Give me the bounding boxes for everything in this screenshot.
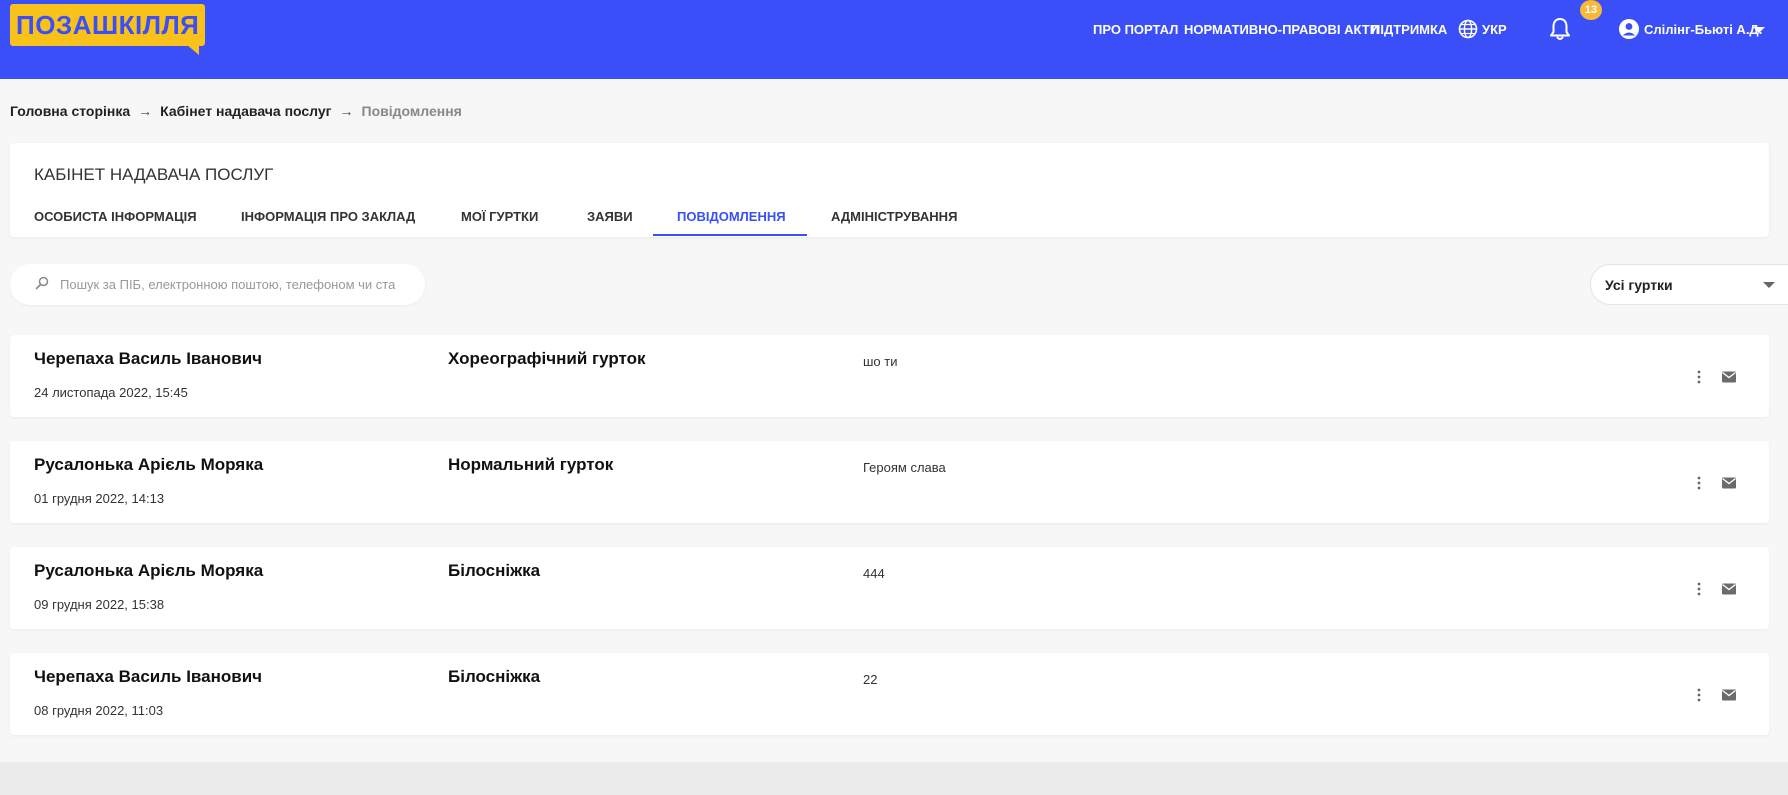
more-vertical-icon[interactable] <box>1692 687 1706 703</box>
more-vertical-icon[interactable] <box>1692 475 1706 491</box>
message-date: 09 грудня 2022, 15:38 <box>34 597 165 612</box>
bell-icon[interactable] <box>1546 15 1574 43</box>
breadcrumb-current: Повідомлення <box>361 103 462 119</box>
tab-messages[interactable]: ПОВІДОМЛЕННЯ <box>677 209 786 224</box>
more-vertical-icon[interactable] <box>1692 581 1706 597</box>
search-input[interactable] <box>60 274 420 294</box>
language-switcher[interactable]: УКР <box>1458 18 1507 40</box>
message-sender: Русалонька Арієль Моряка <box>34 455 264 474</box>
breadcrumb-home[interactable]: Головна сторінка <box>10 103 130 119</box>
search-icon <box>35 276 49 290</box>
tab-personal-info[interactable]: ОСОБИСТА ІНФОРМАЦІЯ <box>34 209 197 224</box>
message-club: Нормальний гурток <box>448 455 614 474</box>
nav-support[interactable]: ПІДТРИМКА <box>1371 0 1447 58</box>
tab-institution-info[interactable]: ІНФОРМАЦІЯ ПРО ЗАКЛАД <box>241 209 415 224</box>
top-header: ПОЗАШКІЛЛЯ ПРО ПОРТАЛ НОРМАТИВНО-ПРАВОВІ… <box>0 0 1788 79</box>
message-text: Героям слава <box>863 460 946 475</box>
user-circle-icon <box>1619 19 1639 39</box>
message-item[interactable]: Черепаха Василь Іванович 08 грудня 2022,… <box>10 653 1769 735</box>
tab-my-clubs[interactable]: МОЇ ГУРТКИ <box>461 209 538 224</box>
message-date: 08 грудня 2022, 11:03 <box>34 703 164 718</box>
tab-applications[interactable]: ЗАЯВИ <box>587 209 633 224</box>
mail-icon[interactable] <box>1721 582 1737 596</box>
mail-icon[interactable] <box>1721 476 1737 490</box>
club-filter-select[interactable]: Усі гуртки <box>1590 264 1788 305</box>
active-tab-indicator <box>653 234 807 236</box>
message-text: 22 <box>863 672 878 687</box>
tab-administration[interactable]: АДМІНІСТРУВАННЯ <box>831 209 957 224</box>
arrow-right-icon: → <box>138 103 153 119</box>
message-sender: Черепаха Василь Іванович <box>34 667 263 686</box>
message-sender: Черепаха Василь Іванович <box>34 349 263 368</box>
cabinet-panel: КАБІНЕТ НАДАВАЧА ПОСЛУГ ОСОБИСТА ІНФОРМА… <box>10 143 1769 237</box>
user-menu[interactable]: Слілінг-Бьюті А.Д. <box>1618 16 1762 42</box>
message-item[interactable]: Русалонька Арієль Моряка 01 грудня 2022,… <box>10 441 1769 523</box>
user-name: Слілінг-Бьюті А.Д. <box>1644 21 1763 37</box>
page-title: КАБІНЕТ НАДАВАЧА ПОСЛУГ <box>34 165 274 184</box>
site-logo[interactable]: ПОЗАШКІЛЛЯ <box>10 4 206 55</box>
chevron-down-icon[interactable] <box>1753 27 1765 33</box>
notification-count-badge: 13 <box>1580 0 1602 20</box>
nav-legal-acts[interactable]: НОРМАТИВНО-ПРАВОВІ АКТИ <box>1184 0 1379 58</box>
message-date: 24 листопада 2022, 15:45 <box>34 385 188 400</box>
more-vertical-icon[interactable] <box>1692 369 1706 385</box>
mail-icon[interactable] <box>1721 688 1737 702</box>
message-club: Білосніжка <box>448 561 541 580</box>
message-text: 444 <box>863 566 885 581</box>
breadcrumb-cabinet[interactable]: Кабінет надавача послуг <box>160 103 331 119</box>
chevron-down-icon <box>1763 282 1775 288</box>
message-club: Білосніжка <box>448 667 541 686</box>
message-club: Хореографічний гурток <box>448 349 646 368</box>
breadcrumb: Головна сторінка → Кабінет надавача посл… <box>10 103 462 119</box>
message-item[interactable]: Черепаха Василь Іванович 24 листопада 20… <box>10 335 1769 417</box>
nav-about-portal[interactable]: ПРО ПОРТАЛ <box>1093 0 1178 58</box>
globe-icon <box>1458 19 1478 39</box>
message-item[interactable]: Русалонька Арієль Моряка 09 грудня 2022,… <box>10 547 1769 629</box>
search-box <box>10 264 425 305</box>
arrow-right-icon: → <box>339 103 354 119</box>
message-sender: Русалонька Арієль Моряка <box>34 561 264 580</box>
mail-icon[interactable] <box>1721 370 1737 384</box>
message-text: шо ти <box>863 354 898 369</box>
club-filter-value: Усі гуртки <box>1605 277 1673 293</box>
language-label: УКР <box>1482 21 1507 37</box>
message-date: 01 грудня 2022, 14:13 <box>34 491 165 506</box>
footer-band <box>0 762 1788 795</box>
